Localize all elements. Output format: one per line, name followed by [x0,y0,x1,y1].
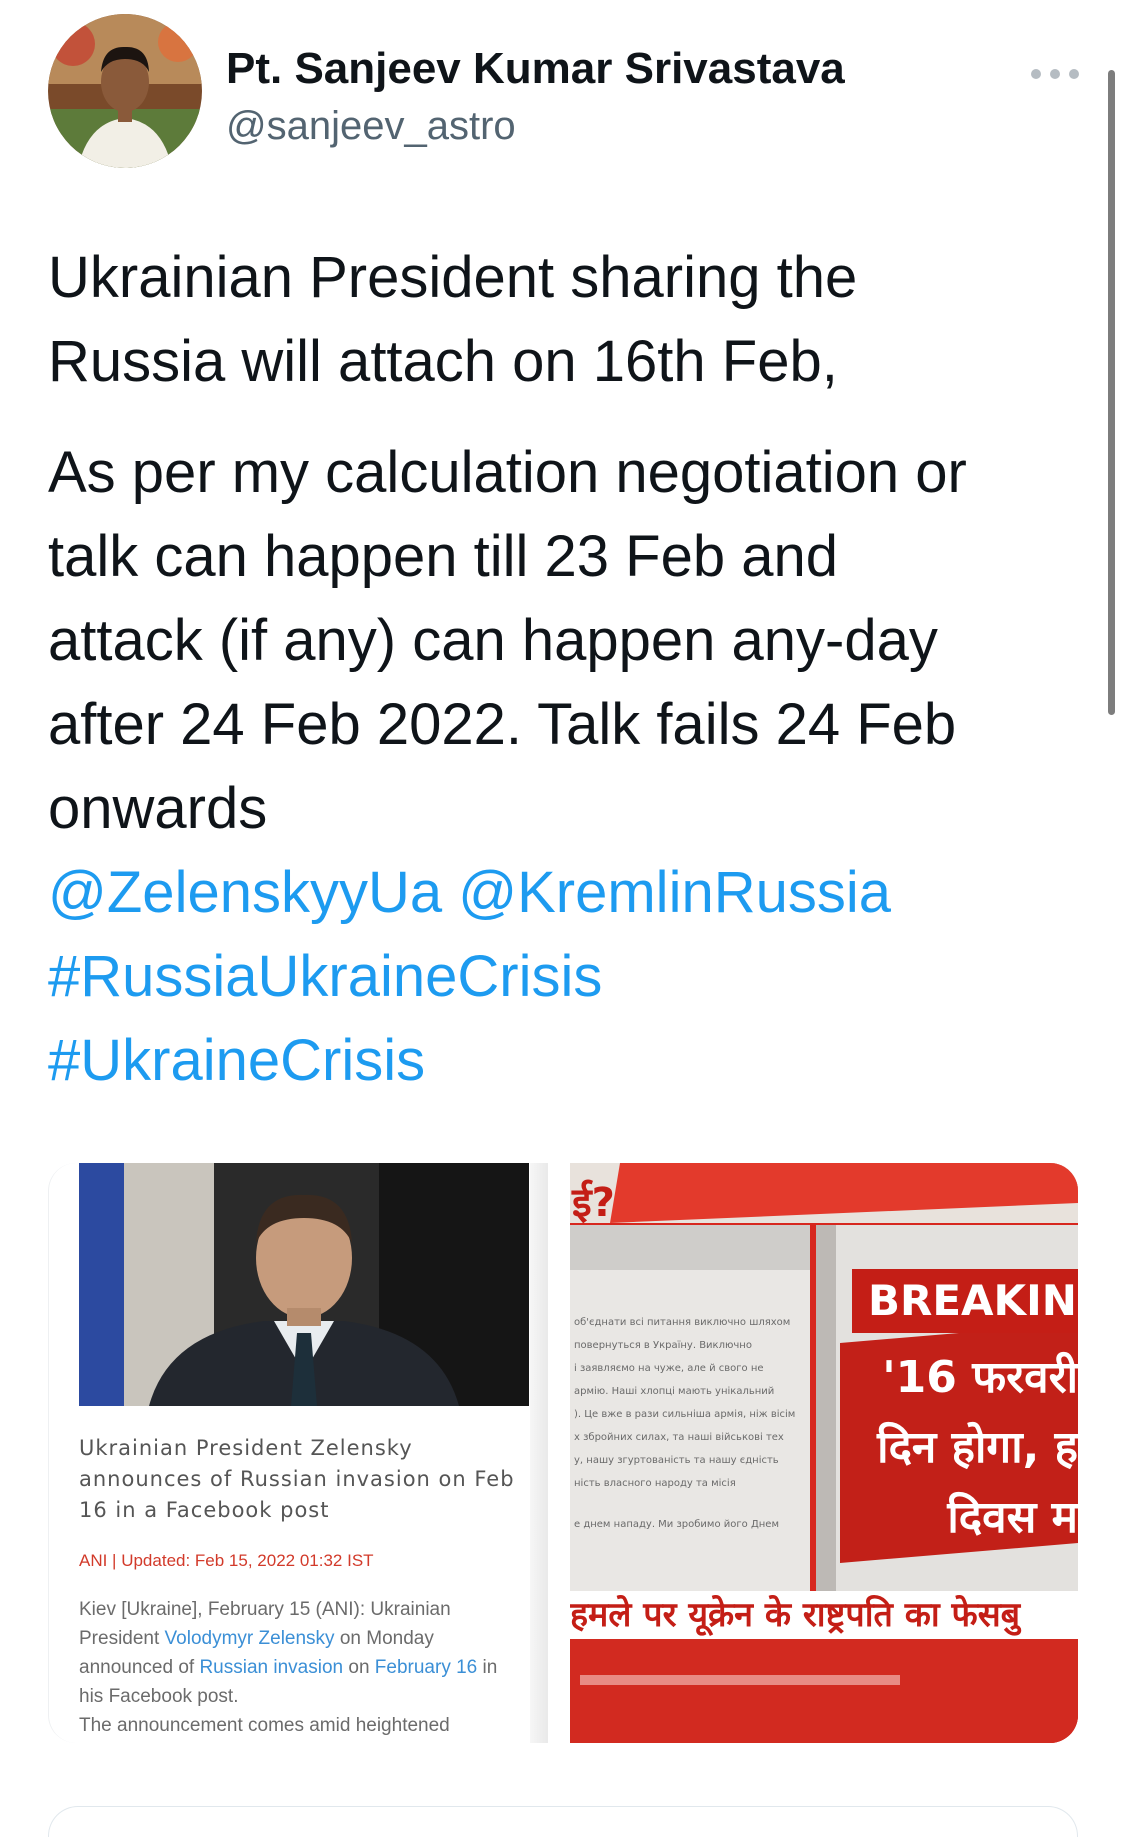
post-line: х збройних силах, та наші військові тех [574,1432,784,1443]
headline-line: दिन होगा, ह [877,1422,1078,1473]
tweet-header: Pt. Sanjeev Kumar Srivastava @sanjeev_as… [48,14,1085,174]
article-caption: Ukrainian President Zelensky announces o… [79,1436,515,1522]
tweet-line: attack (if any) can happen any-day [48,608,938,673]
post-line: армію. Наші хлопці мають унікальний [574,1386,775,1397]
dot [1069,69,1079,79]
article-body: Kiev [Ukraine], February 15 (ANI): Ukrai… [79,1595,524,1740]
tweet-line: As per my calculation negotiation or [48,440,967,505]
hashtag-link[interactable]: #RussiaUkraineCrisis [48,944,602,1009]
dot [1031,69,1041,79]
headline-line: '16 फरवरी [882,1352,1078,1403]
hashtag-line: #UkraineCrisis [48,1019,1068,1103]
tweet-line: talk can happen till 23 Feb and [48,524,838,589]
next-card-edge [48,1806,1078,1837]
tweet-media: Ukrainian President Zelensky announces o… [48,1163,1078,1743]
author-name[interactable]: Pt. Sanjeev Kumar Srivastava [226,44,845,94]
dot [1050,69,1060,79]
mention-link[interactable]: @KremlinRussia [458,860,891,925]
breaking-banner: BREAKING [852,1269,1078,1333]
author-handle[interactable]: @sanjeev_astro [226,104,516,149]
broadcast-top-mark: ई? [572,1180,615,1226]
post-line: у, нашу згуртованість та нашу єдність [574,1455,779,1466]
body-text: on [343,1657,375,1678]
article-meta: ANI | Updated: Feb 15, 2022 01:32 IST [79,1551,374,1570]
tweet-text: Ukrainian President sharing the Russia w… [48,236,1068,1103]
article-photo [79,1163,529,1406]
zelensky-photo [79,1163,529,1406]
hashtag-link[interactable]: #UkraineCrisis [48,1028,425,1093]
media-image-news-broadcast[interactable]: ई? об'єднати всі питання виключно шляхом… [570,1163,1078,1743]
post-line: об'єднати всі питання виключно шляхом [574,1317,791,1328]
mention-link[interactable]: @ZelenskyyUa [48,860,442,925]
media-image-news-article[interactable]: Ukrainian President Zelensky announces o… [48,1163,548,1743]
body-link: Volodymyr Zelensky [164,1628,335,1649]
avatar[interactable] [48,14,202,168]
card-divider [530,1163,548,1743]
post-line: е днем нападу. Ми зробимо його Днем [574,1519,779,1530]
body-link: February 16 [374,1657,478,1678]
body-link: Russian invasion [199,1657,344,1678]
news-ticker: हमले पर यूक्रेन के राष्ट्रपति का फेसबु [570,1591,1078,1639]
tweet-line: Russia will attach on 16th Feb, [48,329,838,394]
tweet-line: after 24 Feb 2022. Talk fails 24 Feb [48,692,957,757]
tweet-line: Ukrainian President sharing the [48,245,858,310]
post-line: повернуться в Україну. Виключно [574,1340,752,1351]
breaking-headline: '16 फरवरी दिन होगा, ह दिवस म [850,1343,1078,1553]
headline-line: दिवस म [947,1492,1078,1543]
hashtag-line: #RussiaUkraineCrisis [48,935,1068,1019]
post-line: ність власного народу та місія [574,1478,736,1489]
tweet-line: onwards [48,776,268,841]
body-text: The announcement comes amid heightened [79,1715,450,1736]
scrollbar[interactable] [1108,70,1115,715]
post-line: і заявляємо на чуже, але й свого не [574,1363,764,1374]
mentions-line: @ZelenskyyUa @KremlinRussia [48,851,1068,935]
post-line: ). Це вже в рази сильніша армія, ніж віс… [574,1409,796,1420]
more-horizontal-icon[interactable] [1031,64,1079,84]
facebook-post-text: об'єднати всі питання виключно шляхом по… [574,1311,806,1536]
avatar-image [48,14,202,168]
